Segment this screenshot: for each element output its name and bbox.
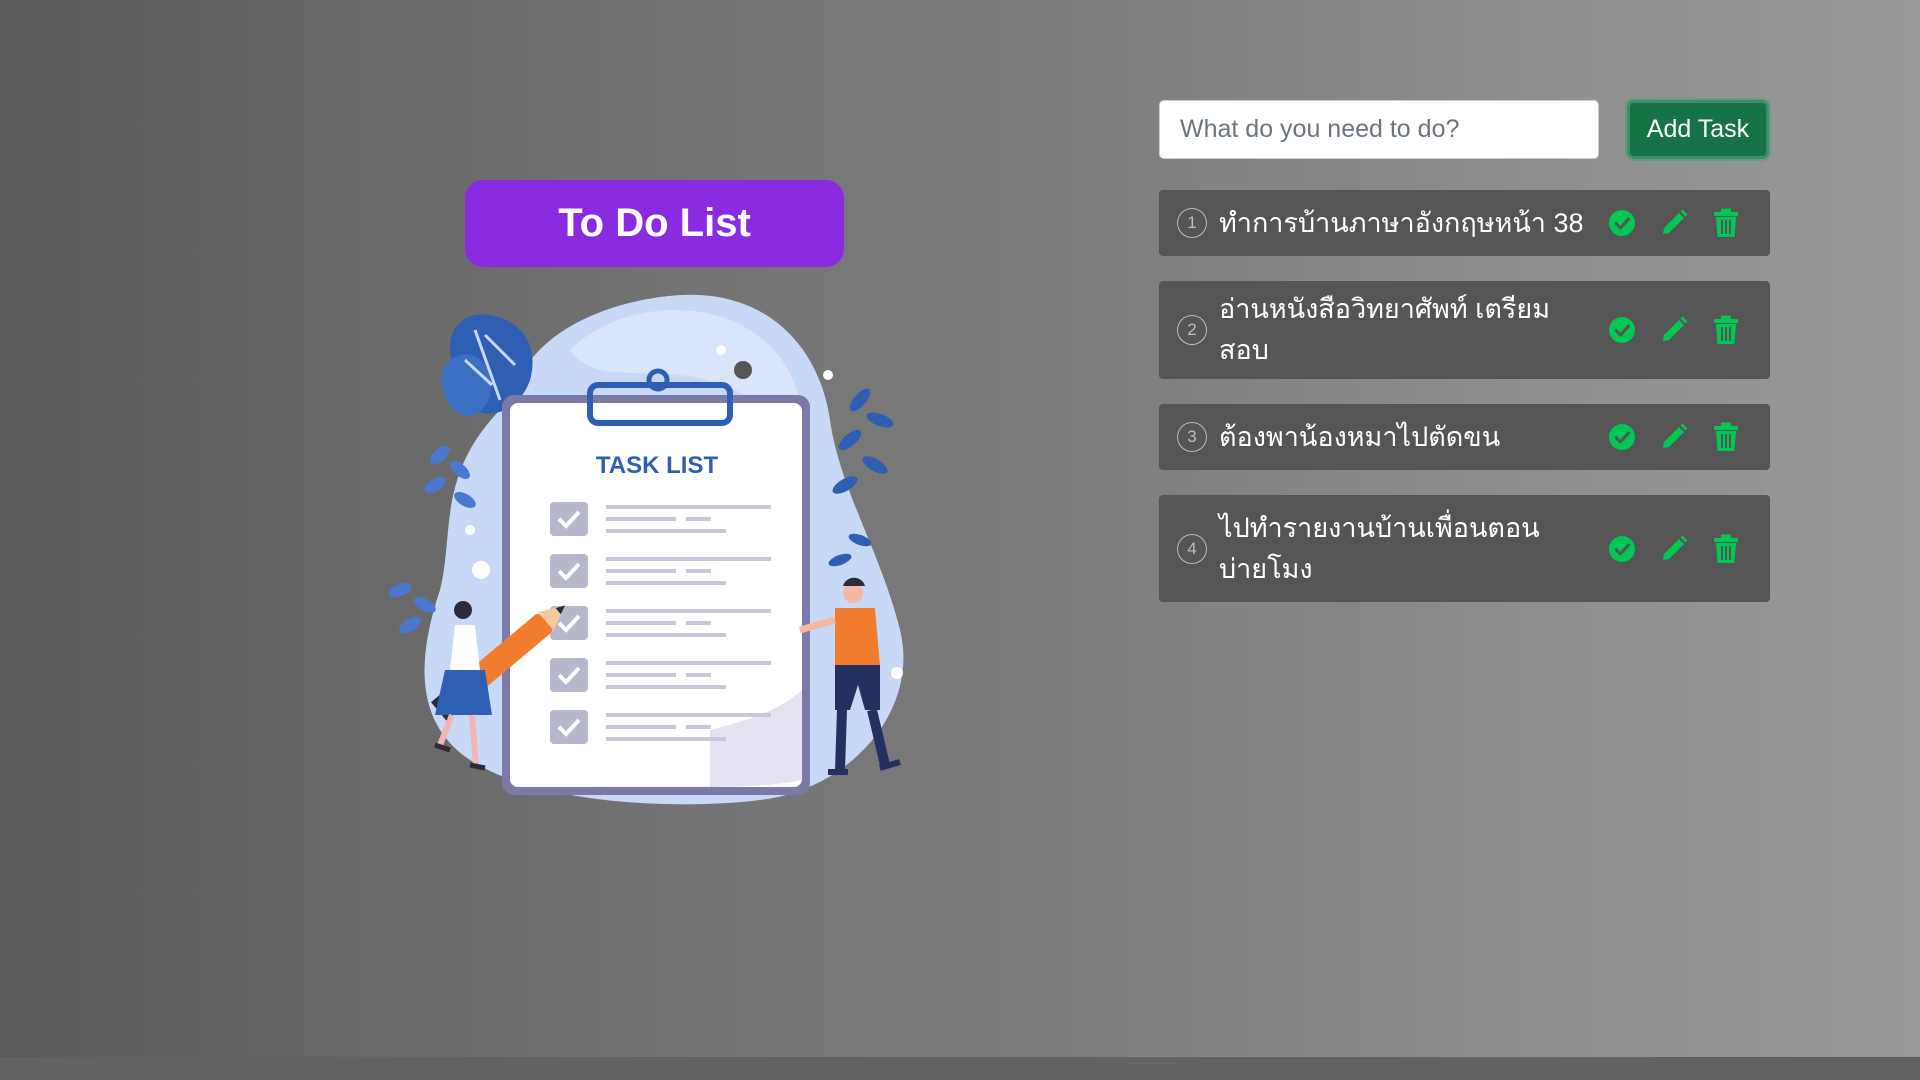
task-number: 3 — [1177, 422, 1207, 452]
task-number: 4 — [1177, 533, 1207, 564]
task-text: อ่านหนังสือวิทยาศัพท์ เตรียมสอบ — [1219, 294, 1551, 365]
trash-icon[interactable] — [1710, 314, 1742, 346]
page-title: To Do List — [465, 180, 844, 267]
task-text: ไปทำรายงานบ้านเพื่อนตอนบ่ายโมง — [1219, 512, 1540, 584]
pencil-icon[interactable] — [1658, 533, 1690, 565]
task-list-illustration: TASK LIST — [388, 294, 904, 805]
task-number: 2 — [1177, 315, 1207, 345]
task-actions — [1606, 207, 1742, 239]
task-item: 4 ไปทำรายงานบ้านเพื่อนตอนบ่ายโมง — [1159, 495, 1770, 602]
task-text: ต้องพาน้องหมาไปตัดขน — [1219, 421, 1501, 452]
task-text: ทำการบ้านภาษาอังกฤษหน้า 38 — [1219, 207, 1584, 238]
trash-icon[interactable] — [1710, 207, 1742, 239]
svg-text:TASK LIST: TASK LIST — [596, 452, 719, 479]
task-actions — [1606, 421, 1742, 453]
check-circle-icon[interactable] — [1606, 421, 1638, 453]
task-item: 3 ต้องพาน้องหมาไปตัดขน — [1159, 404, 1770, 470]
check-circle-icon[interactable] — [1606, 314, 1638, 346]
task-input[interactable] — [1159, 100, 1599, 159]
trash-icon[interactable] — [1710, 533, 1742, 565]
check-circle-icon[interactable] — [1606, 533, 1638, 565]
task-item: 1 ทำการบ้านภาษาอังกฤษหน้า 38 — [1159, 190, 1770, 256]
task-list: 1 ทำการบ้านภาษาอังกฤษหน้า 38 2 อ่านหนังส… — [1159, 190, 1770, 627]
trash-icon[interactable] — [1710, 421, 1742, 453]
task-number: 1 — [1177, 208, 1207, 238]
add-task-button[interactable]: Add Task — [1627, 100, 1769, 159]
check-circle-icon[interactable] — [1606, 207, 1638, 239]
pencil-icon[interactable] — [1658, 207, 1690, 239]
pencil-icon[interactable] — [1658, 421, 1690, 453]
task-actions — [1606, 314, 1742, 346]
bottom-strip — [0, 1057, 1920, 1080]
task-actions — [1606, 533, 1742, 565]
task-item: 2 อ่านหนังสือวิทยาศัพท์ เตรียมสอบ — [1159, 281, 1770, 379]
pencil-icon[interactable] — [1658, 314, 1690, 346]
